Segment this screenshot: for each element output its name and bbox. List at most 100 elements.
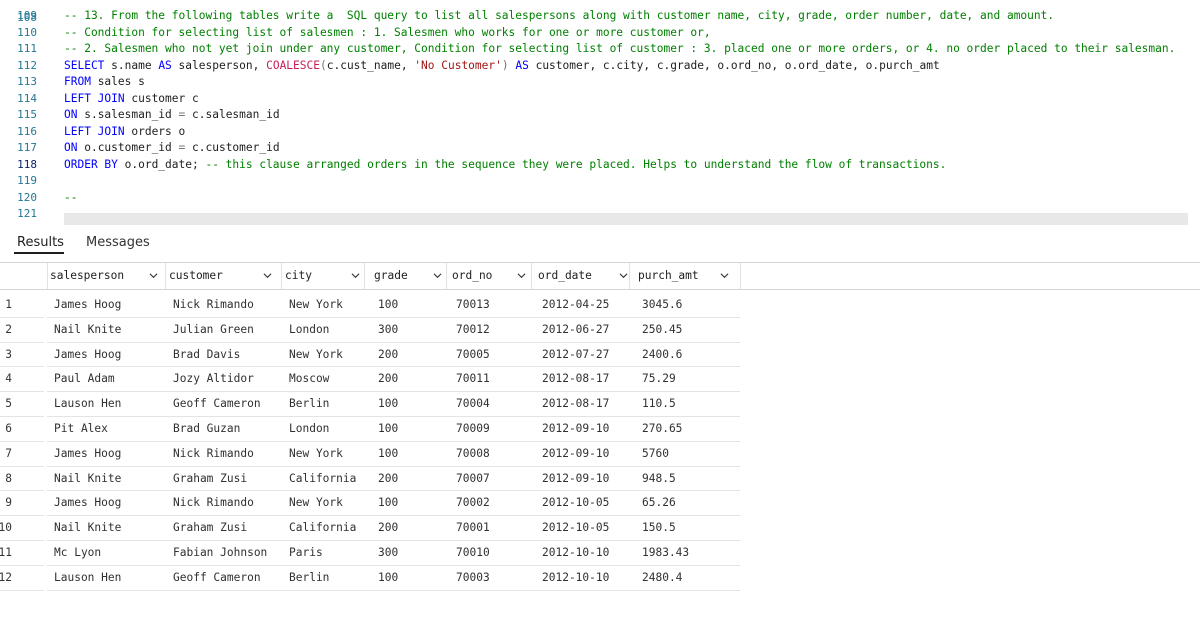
column-divider[interactable] <box>531 263 532 289</box>
cell-city[interactable]: Berlin <box>289 566 329 590</box>
cell-ord-date[interactable]: 2012-08-17 <box>542 367 609 391</box>
cell-purch-amt[interactable]: 150.5 <box>642 516 676 540</box>
row-number-cell[interactable]: 7 <box>0 442 44 467</box>
cell-city[interactable]: New York <box>289 293 343 317</box>
cell-ord-no[interactable]: 70003 <box>456 566 490 590</box>
column-divider[interactable] <box>165 263 166 289</box>
row-number-cell[interactable]: 5 <box>0 392 44 417</box>
cell-customer[interactable]: Nick Rimando <box>173 491 254 515</box>
row-number-cell[interactable]: 11 <box>0 541 44 566</box>
editor-line[interactable]: 116 LEFT JOIN orders o <box>0 124 1200 141</box>
cell-purch-amt[interactable]: 65.26 <box>642 491 676 515</box>
cell-customer[interactable]: Fabian Johnson <box>173 541 267 565</box>
cell-purch-amt[interactable]: 270.65 <box>642 417 682 441</box>
table-row[interactable]: James Hoog Nick Rimando New York 100 70002 20… <box>47 491 740 517</box>
editor-line[interactable]: 109 -- 13. From the following tables writ… <box>0 8 1200 25</box>
cell-ord-date[interactable]: 2012-10-10 <box>542 541 609 565</box>
editor-line[interactable]: 111 -- 2. Salesmen who not yet join under… <box>0 41 1200 58</box>
horizontal-scrollbar[interactable] <box>64 213 1188 225</box>
editor-line[interactable]: 120 -- <box>0 190 1200 207</box>
cell-purch-amt[interactable]: 948.5 <box>642 467 676 491</box>
cell-customer[interactable]: Brad Davis <box>173 343 240 367</box>
cell-customer[interactable]: Graham Zusi <box>173 467 247 491</box>
cell-grade[interactable]: 200 <box>378 343 398 367</box>
cell-city[interactable]: Moscow <box>289 367 329 391</box>
cell-ord-no[interactable]: 70004 <box>456 392 490 416</box>
cell-ord-no[interactable]: 70010 <box>456 541 490 565</box>
table-row[interactable]: Lauson Hen Geoff Cameron Berlin 100 70004 201… <box>47 392 740 417</box>
editor-line[interactable]: 117 ON o.customer_id = c.customer_id <box>0 140 1200 157</box>
editor-line[interactable]: 115 ON s.salesman_id = c.salesman_id <box>0 107 1200 124</box>
cell-city[interactable]: New York <box>289 442 343 466</box>
chevron-down-icon[interactable] <box>351 271 360 280</box>
editor-line[interactable]: 114 LEFT JOIN customer c <box>0 91 1200 108</box>
cell-grade[interactable]: 100 <box>378 442 398 466</box>
cell-ord-date[interactable]: 2012-10-05 <box>542 516 609 540</box>
row-number-cell[interactable]: 12 <box>0 566 44 591</box>
editor-line[interactable]: 110 -- Condition for selecting list of sa… <box>0 25 1200 42</box>
table-row[interactable]: James Hoog Brad Davis New York 200 70005 2012… <box>47 343 740 368</box>
chevron-down-icon[interactable] <box>517 271 526 280</box>
cell-customer[interactable]: Geoff Cameron <box>173 566 261 590</box>
cell-grade[interactable]: 100 <box>378 417 398 441</box>
cell-purch-amt[interactable]: 110.5 <box>642 392 676 416</box>
column-divider[interactable] <box>740 263 741 289</box>
cell-grade[interactable]: 100 <box>378 293 398 317</box>
cell-salesperson[interactable]: Nail Knite <box>54 516 121 540</box>
cell-ord-date[interactable]: 2012-09-10 <box>542 467 609 491</box>
cell-city[interactable]: California <box>289 516 356 540</box>
cell-ord-no[interactable]: 70002 <box>456 491 490 515</box>
cell-customer[interactable]: Nick Rimando <box>173 293 254 317</box>
cell-grade[interactable]: 100 <box>378 392 398 416</box>
column-header-ord-no[interactable]: ord_no <box>452 263 527 289</box>
cell-salesperson[interactable]: Paul Adam <box>54 367 115 391</box>
chevron-down-icon[interactable] <box>263 271 272 280</box>
editor-line[interactable]: 118 ORDER BY o.ord_date; -- this clause a… <box>0 157 1200 174</box>
row-number-cell[interactable]: 4 <box>0 367 44 393</box>
cell-ord-date[interactable]: 2012-07-27 <box>542 343 609 367</box>
editor-line[interactable]: 113 FROM sales s <box>0 74 1200 91</box>
cell-grade[interactable]: 300 <box>378 318 398 342</box>
cell-purch-amt[interactable]: 5760 <box>642 442 669 466</box>
chevron-down-icon[interactable] <box>619 271 628 280</box>
cell-ord-date[interactable]: 2012-06-27 <box>542 318 609 342</box>
row-number-cell[interactable]: 2 <box>0 318 44 343</box>
cell-salesperson[interactable]: Nail Knite <box>54 318 121 342</box>
column-header-customer[interactable]: customer <box>169 263 277 289</box>
cell-grade[interactable]: 100 <box>378 491 398 515</box>
cell-ord-date[interactable]: 2012-09-10 <box>542 417 609 441</box>
row-number-cell[interactable]: 10 <box>0 516 44 541</box>
cell-purch-amt[interactable]: 1983.43 <box>642 541 689 565</box>
cell-purch-amt[interactable]: 75.29 <box>642 367 676 391</box>
tab-results[interactable]: Results <box>17 235 64 250</box>
cell-ord-date[interactable]: 2012-09-10 <box>542 442 609 466</box>
column-divider[interactable] <box>281 263 282 289</box>
column-header-purch-amt[interactable]: purch_amt <box>638 263 736 289</box>
column-divider[interactable] <box>629 263 630 289</box>
cell-ord-no[interactable]: 70007 <box>456 467 490 491</box>
table-row[interactable]: Nail Knite Graham Zusi California 200 70001 2… <box>47 516 740 541</box>
cell-grade[interactable]: 200 <box>378 516 398 540</box>
cell-salesperson[interactable]: Pit Alex <box>54 417 108 441</box>
cell-salesperson[interactable]: Lauson Hen <box>54 566 121 590</box>
cell-city[interactable]: California <box>289 467 356 491</box>
table-row[interactable]: Mc Lyon Fabian Johnson Paris 300 70010 2012-1… <box>47 541 740 566</box>
cell-ord-no[interactable]: 70005 <box>456 343 490 367</box>
cell-salesperson[interactable]: Mc Lyon <box>54 541 101 565</box>
cell-city[interactable]: New York <box>289 343 343 367</box>
column-divider[interactable] <box>364 263 365 289</box>
cell-purch-amt[interactable]: 3045.6 <box>642 293 682 317</box>
cell-ord-no[interactable]: 70008 <box>456 442 490 466</box>
row-number-cell[interactable]: 3 <box>0 343 44 368</box>
cell-ord-no[interactable]: 70011 <box>456 367 490 391</box>
cell-customer[interactable]: Brad Guzan <box>173 417 240 441</box>
cell-customer[interactable]: Nick Rimando <box>173 442 254 466</box>
table-row[interactable]: Nail Knite Julian Green London 300 70012 2012… <box>47 318 740 343</box>
cell-ord-no[interactable]: 70001 <box>456 516 490 540</box>
cell-customer[interactable]: Geoff Cameron <box>173 392 261 416</box>
column-header-grade[interactable]: grade <box>374 263 442 289</box>
cell-ord-no[interactable]: 70009 <box>456 417 490 441</box>
table-row[interactable]: Lauson Hen Geoff Cameron Berlin 100 70003 201… <box>47 566 740 591</box>
column-header-ord-date[interactable]: ord_date <box>538 263 628 289</box>
cell-purch-amt[interactable]: 2400.6 <box>642 343 682 367</box>
